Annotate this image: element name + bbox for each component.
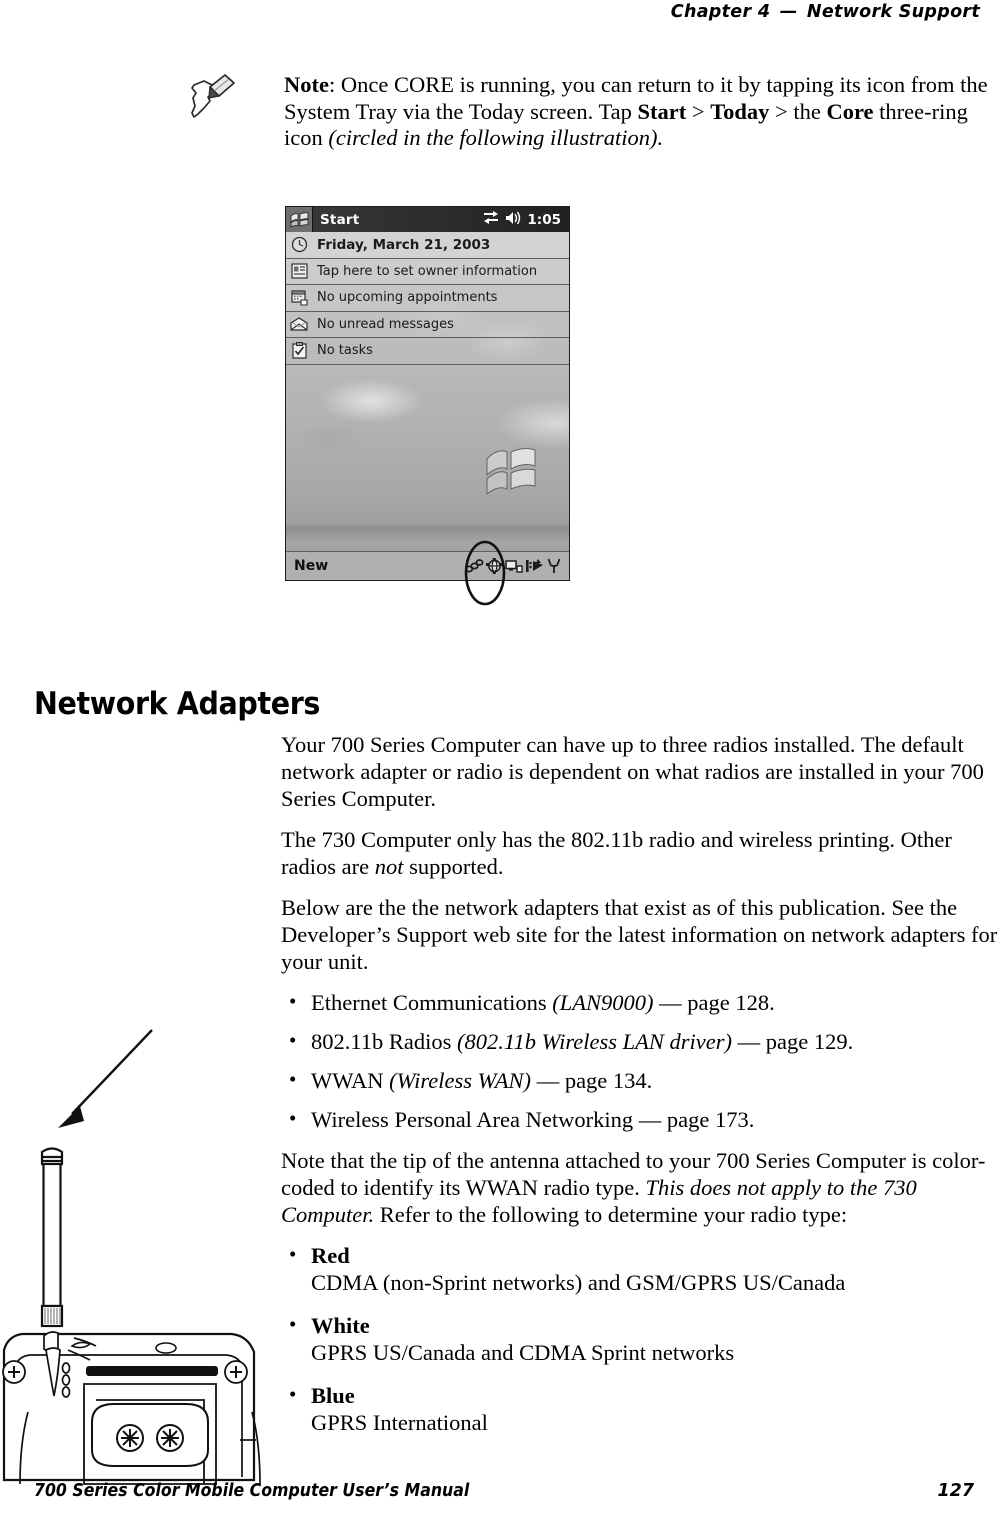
- paragraph-antenna-note: Note that the tip of the antenna attache…: [281, 1147, 1008, 1228]
- pda-titlebar-status-area: 1:05: [483, 210, 569, 229]
- note-italic-tail: (circled in the following illustration).: [328, 125, 664, 150]
- paragraph-730: The 730 Computer only has the 802.11b ra…: [281, 826, 1008, 880]
- pda-titlebar: Start 1:05: [286, 207, 569, 232]
- clock-icon: [289, 235, 309, 254]
- page-footer: 700 Series Color Mobile Computer User’s …: [34, 1481, 974, 1501]
- note-text: Note: Once CORE is running, you can retu…: [284, 72, 1008, 152]
- list-item: Red CDMA (non-Sprint networks) and GSM/G…: [281, 1241, 1008, 1296]
- adapter-page-ref: — page 134.: [531, 1068, 653, 1093]
- radio-color-description: GPRS International: [311, 1410, 488, 1435]
- pda-row-label: No tasks: [317, 343, 373, 359]
- note-sep1: >: [686, 98, 711, 124]
- list-item: WWAN (Wireless WAN) — page 134.: [281, 1066, 1008, 1094]
- connectivity-icon[interactable]: [483, 210, 499, 229]
- list-item: Ethernet Communications (LAN9000) — page…: [281, 988, 1008, 1016]
- adapter-page-ref: — page 129.: [732, 1029, 854, 1054]
- note-bold-today: Today: [710, 98, 770, 124]
- radio-color-description: GPRS US/Canada and CDMA Sprint networks: [311, 1340, 735, 1365]
- network-globe-icon[interactable]: [486, 558, 503, 574]
- body-content: Your 700 Series Computer can have up to …: [281, 731, 1008, 1452]
- list-item: Wireless Personal Area Networking — page…: [281, 1105, 1008, 1133]
- paragraph-intro: Your 700 Series Computer can have up to …: [281, 732, 984, 811]
- desktop-connection-icon[interactable]: [505, 558, 523, 574]
- page-title: Network Adapters: [34, 685, 321, 722]
- note-bold-core: Core: [826, 98, 874, 124]
- note-label: Note: [284, 72, 329, 97]
- wireless-printing-icon[interactable]: [525, 558, 544, 574]
- pda-row-owner-info[interactable]: Tap here to set owner information: [286, 258, 569, 285]
- pda-row-label: No unread messages: [317, 316, 454, 332]
- pda-clock[interactable]: 1:05: [527, 212, 561, 228]
- pda-start-label[interactable]: Start: [320, 212, 359, 228]
- running-head-chapter-number: 4: [757, 2, 771, 22]
- pda-row-tasks[interactable]: No tasks: [286, 338, 569, 365]
- radio-color-list: Red CDMA (non-Sprint networks) and GSM/G…: [281, 1241, 1008, 1436]
- adapter-name: Wireless Personal Area Networking: [311, 1107, 634, 1132]
- pda-today-rows: Friday, March 21, 2003 Tap here to set o…: [286, 232, 569, 365]
- radio-color-name: White: [311, 1313, 370, 1338]
- note-bold-start: Start: [637, 98, 687, 124]
- adapter-name: 802.11b Radios: [311, 1029, 458, 1054]
- list-item: Blue GPRS International: [281, 1381, 1008, 1436]
- windows-logo-wallpaper-icon: [486, 448, 536, 495]
- running-head-title: Network Support: [806, 2, 980, 22]
- pda-row-messages[interactable]: No unread messages: [286, 311, 569, 338]
- pda-row-label: Friday, March 21, 2003: [317, 236, 491, 253]
- footer-manual-title: 700 Series Color Mobile Computer User’s …: [34, 1481, 470, 1501]
- pda-row-label: No upcoming appointments: [317, 290, 498, 306]
- radio-color-description: CDMA (non-Sprint networks) and GSM/GPRS …: [311, 1270, 846, 1295]
- adapter-italic: (LAN9000): [552, 990, 654, 1015]
- para-730-tail: supported.: [403, 854, 504, 879]
- antenna-note-tail: Refer to the following to determine your…: [374, 1202, 848, 1227]
- radio-color-name: Blue: [311, 1383, 355, 1408]
- running-head: Chapter 4 — Network Support: [0, 2, 980, 22]
- radio-color-name: Red: [311, 1243, 350, 1268]
- adapter-name: Ethernet Communications: [311, 990, 553, 1015]
- note-pencil-icon: [184, 68, 244, 128]
- note-block: Note: Once CORE is running, you can retu…: [184, 72, 1008, 152]
- adapter-page-ref: — page 173.: [633, 1107, 755, 1132]
- pda-row-appointments[interactable]: No upcoming appointments: [286, 285, 569, 312]
- tasks-icon: [289, 341, 309, 360]
- adapter-italic: (802.11b Wireless LAN driver): [457, 1029, 733, 1054]
- antenna-on-device-back-line-art: [2, 1029, 261, 1485]
- pda-row-date[interactable]: Friday, March 21, 2003: [286, 232, 569, 259]
- pda-today-screen-figure: Start 1:05 Friday, March 21, 2003 Tap he…: [285, 206, 570, 581]
- envelope-icon: [289, 315, 309, 334]
- adapter-list: Ethernet Communications (LAN9000) — page…: [281, 988, 1008, 1133]
- windows-flag-icon[interactable]: [286, 207, 313, 232]
- list-item: 802.11b Radios (802.11b Wireless LAN dri…: [281, 1027, 1008, 1055]
- antenna-signal-icon[interactable]: [546, 558, 562, 574]
- core-three-ring-icon[interactable]: [464, 558, 484, 574]
- para-730-italic: not: [374, 854, 404, 879]
- adapter-page-ref: — page 128.: [653, 990, 775, 1015]
- note-sep2: > the: [769, 98, 827, 124]
- arrow-pointing-to-antenna-tip: [58, 1029, 153, 1128]
- pda-system-tray: [464, 558, 569, 574]
- running-head-chapter-label: Chapter: [670, 2, 752, 22]
- pda-row-label: Tap here to set owner information: [317, 263, 538, 279]
- running-head-dash: —: [779, 2, 798, 22]
- adapter-name: WWAN: [311, 1068, 390, 1093]
- speaker-icon[interactable]: [505, 210, 521, 229]
- footer-page-number: 127: [937, 1481, 974, 1501]
- pda-taskbar: New: [286, 551, 569, 580]
- pda-new-button[interactable]: New: [294, 558, 328, 574]
- calendar-icon: [289, 288, 309, 307]
- list-item: White GPRS US/Canada and CDMA Sprint net…: [281, 1311, 1008, 1366]
- paragraph-below-adapters: Below are the the network adapters that …: [281, 895, 998, 974]
- owner-info-icon: [289, 262, 309, 281]
- adapter-italic: (Wireless WAN): [389, 1068, 532, 1093]
